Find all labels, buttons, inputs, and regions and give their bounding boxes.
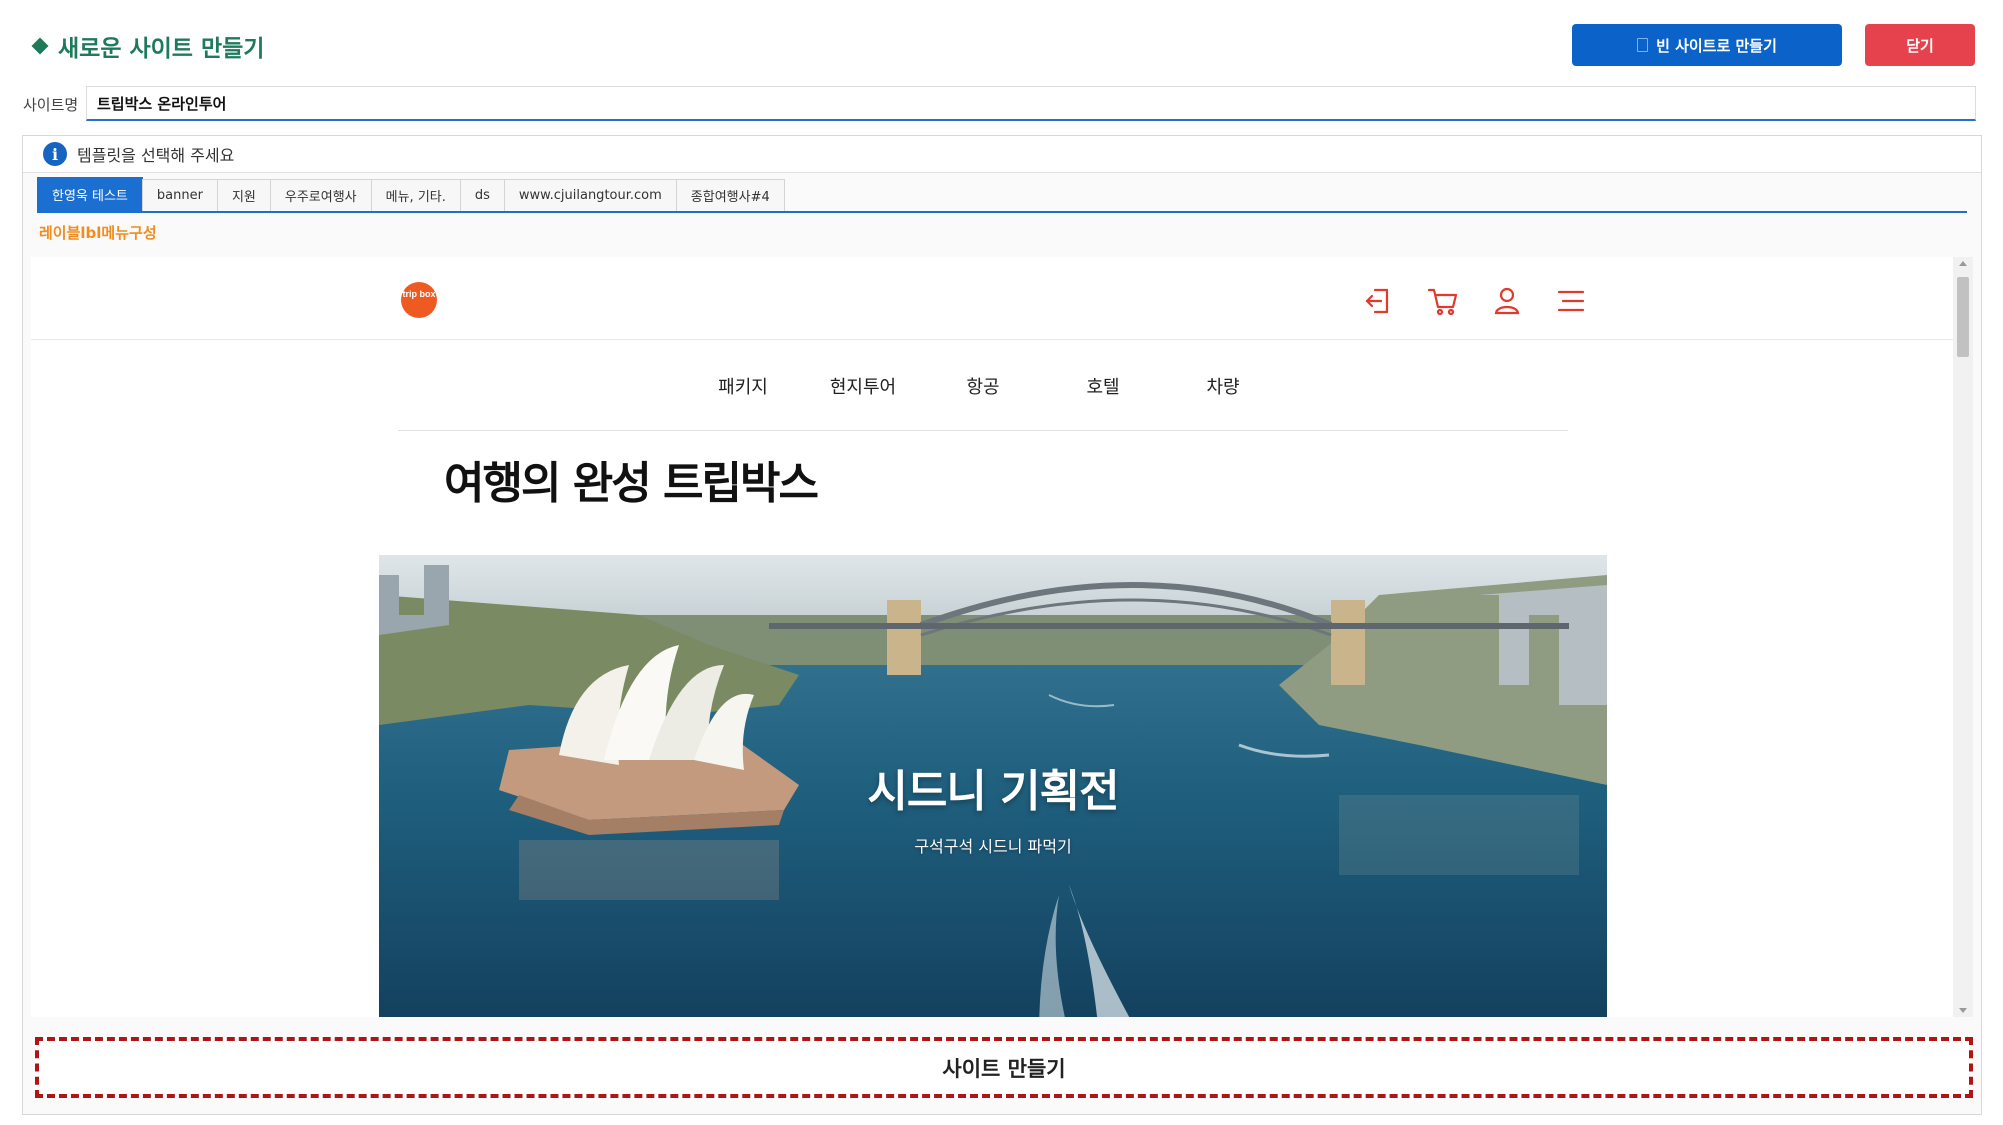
- nav-item-local-tour[interactable]: 현지투어: [803, 373, 923, 399]
- scroll-up-icon[interactable]: [1959, 261, 1967, 266]
- tab-template-7[interactable]: 종합여행사#4: [675, 179, 785, 211]
- site-name-label: 사이트명: [23, 96, 79, 114]
- tab-template-1[interactable]: banner: [141, 179, 218, 211]
- tripbox-logo: trip box: [401, 282, 437, 318]
- blank-site-button-label: 빈 사이트로 만들기: [1656, 36, 1777, 55]
- nav-item-car[interactable]: 차량: [1163, 373, 1283, 399]
- preview-header-icons: [1361, 283, 1589, 319]
- tab-template-3[interactable]: 우주로여행사: [269, 179, 372, 211]
- make-site-button[interactable]: 사이트 만들기: [35, 1037, 1973, 1098]
- close-button[interactable]: 닫기: [1865, 24, 1975, 66]
- preview-hero-title: 여행의 완성 트립박스: [444, 458, 819, 509]
- template-info-text: 템플릿을 선택해 주세요: [77, 146, 235, 165]
- preview-scrollbar[interactable]: [1953, 257, 1973, 1017]
- tab-template-4[interactable]: 메뉴, 기타.: [370, 179, 461, 211]
- template-preview[interactable]: trip box 패키지 현지투어 항공 호텔 차량 여행의 완성 트립박스 시…: [31, 257, 1973, 1017]
- page-title-text: 새로운 사이트 만들기: [58, 36, 265, 62]
- scroll-down-icon[interactable]: [1959, 1008, 1967, 1013]
- menu-icon[interactable]: [1553, 283, 1589, 319]
- cart-icon[interactable]: [1425, 283, 1461, 319]
- preview-nav: 패키지 현지투어 항공 호텔 차량: [398, 341, 1568, 431]
- page-title: 새로운 사이트 만들기: [31, 28, 265, 64]
- tab-template-0[interactable]: 한영욱 테스트: [37, 177, 143, 211]
- info-icon: i: [43, 142, 67, 166]
- tab-template-5[interactable]: ds: [459, 179, 505, 211]
- preview-site-header: trip box: [31, 257, 1953, 340]
- user-icon[interactable]: [1489, 283, 1525, 319]
- banner-title: 시드니 기획전: [867, 766, 1119, 817]
- nav-item-flight[interactable]: 항공: [923, 373, 1043, 399]
- banner-subtitle: 구석구석 시드니 파먹기: [914, 837, 1072, 856]
- site-name-input[interactable]: [86, 86, 1976, 121]
- nav-item-package[interactable]: 패키지: [683, 373, 803, 399]
- scroll-thumb[interactable]: [1957, 277, 1969, 357]
- blank-site-button[interactable]: 빈 사이트로 만들기: [1572, 24, 1842, 66]
- template-tabs: 한영욱 테스트 banner 지원 우주로여행사 메뉴, 기타. ds www.…: [37, 177, 1967, 213]
- template-info-row: i 템플릿을 선택해 주세요: [23, 136, 1981, 173]
- template-subtitle: 레이블lbl메뉴구성: [39, 224, 157, 242]
- tab-template-6[interactable]: www.cjuilangtour.com: [503, 179, 677, 211]
- template-panel: i 템플릿을 선택해 주세요 한영욱 테스트 banner 지원 우주로여행사 …: [22, 135, 1982, 1115]
- nav-item-hotel[interactable]: 호텔: [1043, 373, 1163, 399]
- sydney-banner[interactable]: 시드니 기획전 구석구석 시드니 파먹기: [379, 555, 1607, 1017]
- document-icon: [1637, 38, 1649, 52]
- diamond-icon: [31, 37, 49, 55]
- login-icon[interactable]: [1361, 283, 1397, 319]
- tab-template-2[interactable]: 지원: [216, 179, 271, 211]
